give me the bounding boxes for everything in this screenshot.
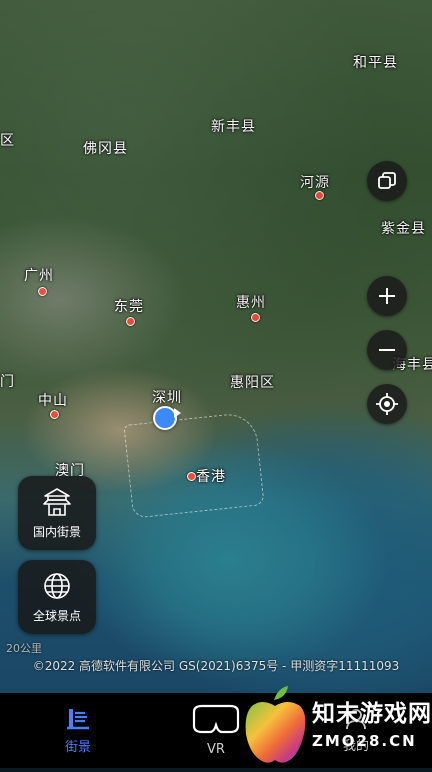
zoom-in-button[interactable] bbox=[367, 276, 407, 316]
place-label-dongguan: 东莞 bbox=[114, 299, 144, 315]
city-dot-hongkong bbox=[187, 472, 196, 481]
global-attractions-label: 全球景点 bbox=[32, 608, 81, 623]
global-attractions-button[interactable]: 全球景点 bbox=[18, 560, 96, 634]
place-label-hongkong: 香港 bbox=[196, 469, 226, 485]
minus-icon bbox=[379, 349, 395, 351]
current-location-marker bbox=[153, 406, 177, 430]
globe-icon bbox=[44, 572, 70, 599]
map-scale: 20公里 bbox=[6, 642, 42, 655]
place-label-heping: 和平县 bbox=[353, 55, 398, 71]
street-view-tab-icon bbox=[67, 709, 89, 730]
apple-logo-watermark bbox=[245, 686, 306, 763]
map-copyright: ©2022 高德软件有限公司 GS(2021)6375号 - 甲测资字11111… bbox=[32, 659, 400, 673]
vr-headset-icon bbox=[192, 704, 240, 734]
hk-boundary-line bbox=[123, 411, 265, 519]
pagoda-icon bbox=[43, 487, 71, 516]
domestic-street-view-button[interactable]: 国内街景 bbox=[18, 476, 96, 550]
tab-street-view-label: 街景 bbox=[64, 740, 91, 755]
place-label-huiyang: 惠阳区 bbox=[230, 375, 275, 391]
city-dot-zhongshan bbox=[50, 410, 59, 419]
city-dot-guangzhou bbox=[38, 287, 47, 296]
tab-street-view[interactable]: 街景 bbox=[28, 693, 128, 768]
watermark-brand: 知末游戏网 bbox=[312, 701, 432, 727]
locate-button[interactable] bbox=[367, 384, 407, 424]
city-dot-huizhou bbox=[251, 313, 260, 322]
place-label-guangzhou: 广州 bbox=[24, 268, 54, 284]
site-watermark: 知末游戏网 ZMO28.CN bbox=[240, 684, 432, 768]
city-dot-heyuan bbox=[315, 191, 324, 200]
city-dot-dongguan bbox=[126, 317, 135, 326]
place-label-shenzhen: 深圳 bbox=[152, 390, 182, 406]
heading-arrow-icon bbox=[174, 408, 181, 418]
place-label-edge-left-2: 门 bbox=[0, 374, 15, 390]
place-label-heyuan: 河源 bbox=[300, 175, 330, 191]
place-label-huizhou: 惠州 bbox=[236, 295, 266, 311]
place-label-edge-left-1: 区 bbox=[0, 133, 15, 149]
place-label-xinfeng: 新丰县 bbox=[211, 119, 256, 135]
plus-icon bbox=[379, 288, 395, 304]
layers-icon bbox=[378, 172, 396, 189]
place-label-zhongshan: 中山 bbox=[38, 393, 68, 409]
place-label-zijin: 紫金县 bbox=[381, 221, 426, 237]
locate-icon bbox=[376, 393, 398, 415]
layers-button[interactable] bbox=[367, 161, 407, 201]
watermark-url: ZMO28.CN bbox=[312, 732, 417, 750]
domestic-street-view-label: 国内街景 bbox=[32, 524, 81, 539]
tab-vr-label: VR bbox=[207, 742, 225, 757]
zoom-out-button[interactable] bbox=[367, 330, 407, 370]
place-label-fogang: 佛冈县 bbox=[83, 141, 128, 157]
